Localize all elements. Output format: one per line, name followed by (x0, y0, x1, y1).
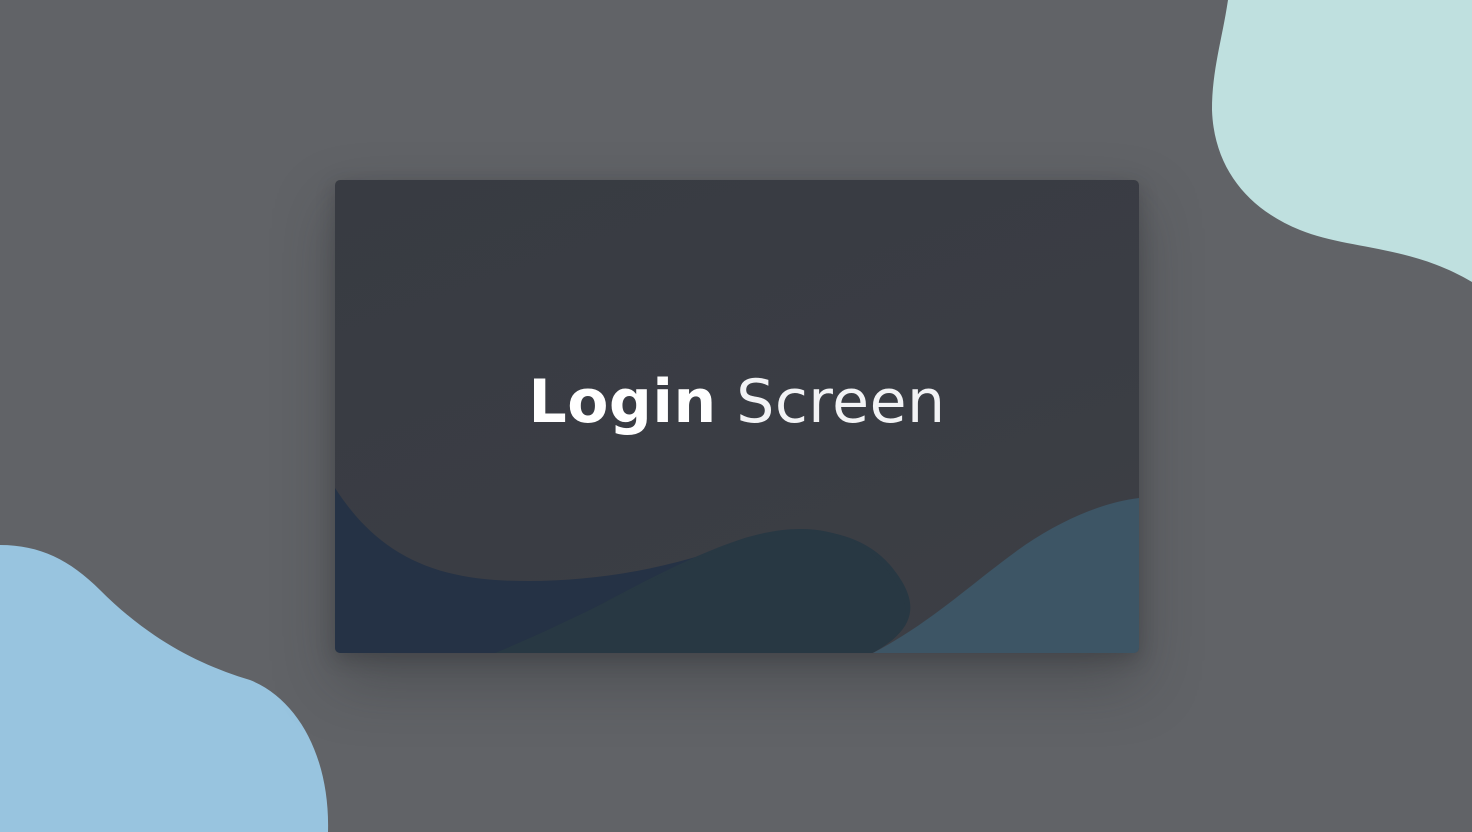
login-screen-title: Login Screen (335, 366, 1139, 438)
bottom-left-blob (0, 545, 329, 832)
title-login-word: Login (528, 367, 717, 437)
title-screen-word: Screen (716, 367, 946, 437)
login-screen-card: Login Screen (335, 180, 1139, 653)
wave-light (873, 498, 1139, 653)
top-right-blob (1212, 0, 1472, 282)
